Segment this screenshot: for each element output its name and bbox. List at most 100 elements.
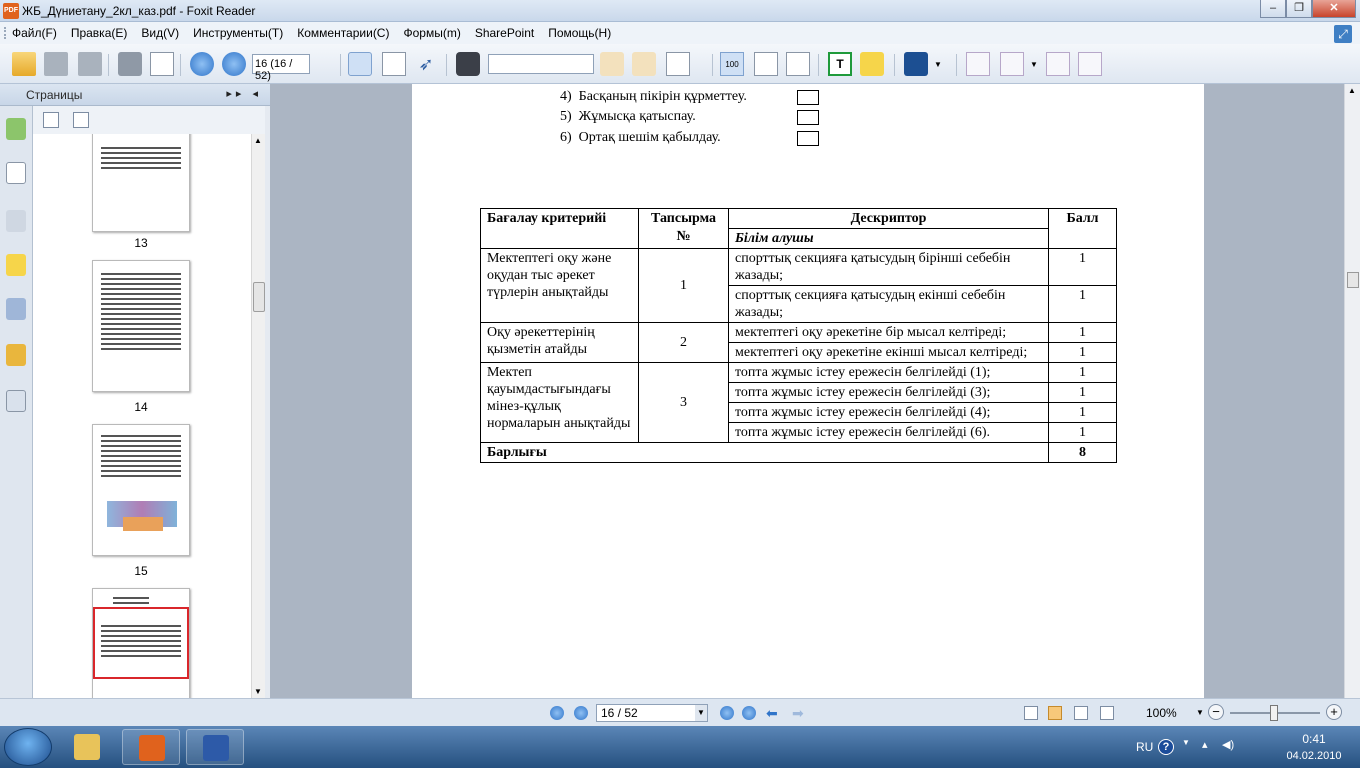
security-tab-icon[interactable] [6,344,26,366]
print-icon[interactable] [118,52,142,76]
page-select[interactable]: 16 / 52 ▼ [596,704,708,722]
minimize-button[interactable]: – [1260,0,1286,18]
descriptor-cell: спорттық секцияға қатысудың екінші себеб… [728,285,1049,323]
zoom-slider[interactable] [1230,705,1320,721]
snapshot-icon[interactable] [666,52,690,76]
page-thumbnail-15[interactable] [92,424,190,556]
next-page-nav-icon[interactable] [720,706,734,720]
fullscreen-icon[interactable]: ⤢ [1334,25,1352,43]
score-cell: 1 [1048,422,1117,443]
menu-item[interactable]: Помощь(H) [548,26,611,40]
pdf-export-icon[interactable] [1046,52,1070,76]
toolbar: ➶ 100 T ▼ ▼ [0,44,1360,84]
zoom-value[interactable]: 100% [1146,706,1177,720]
pdf-dropdown-icon[interactable]: ▼ [1030,60,1038,69]
page-number-input[interactable]: 16 (16 / 52) [252,54,310,82]
zoom-out-icon[interactable]: − [1208,704,1224,720]
hand-tool-icon[interactable] [348,52,372,76]
layers-tab-icon[interactable] [6,210,26,232]
convert-dropdown-icon[interactable]: ▼ [934,60,942,69]
close-button[interactable]: ✕ [1312,0,1356,18]
score-cell: 1 [1048,248,1117,286]
page-thumbnail-14[interactable] [92,260,190,392]
select-arrow-icon[interactable]: ➶ [414,52,438,76]
open-icon[interactable] [12,52,36,76]
pages-tab-icon[interactable] [6,162,26,184]
continuous-view-icon[interactable] [1048,706,1062,720]
zoom-dropdown-icon[interactable]: ▼ [1196,708,1204,717]
first-page-icon[interactable] [550,706,564,720]
attachments-tab-icon[interactable] [6,298,26,320]
assessment-table: Бағалау критерийі Тапсырма № Дескриптор … [480,208,1117,463]
menu-item[interactable]: Формы(m) [403,26,460,40]
document-scrollbar[interactable]: ▲ [1344,84,1360,698]
properties-icon[interactable] [150,52,174,76]
find-next-icon[interactable] [632,52,656,76]
zoom-in-icon[interactable]: + [1326,704,1342,720]
clock-date[interactable]: 04.02.2010 [1276,750,1352,762]
zoom-slider-knob[interactable] [1270,705,1278,721]
speaker-icon[interactable]: ◀) [1222,738,1234,751]
menu-item[interactable]: Инструменты(T) [193,26,283,40]
signatures-tab-icon[interactable] [6,390,26,412]
taskbar-foxit[interactable] [122,729,180,765]
restore-button[interactable]: ❐ [1286,0,1312,18]
taskbar-explorer[interactable] [58,729,116,765]
next-page-icon[interactable] [222,52,246,76]
menu-item[interactable]: Вид(V) [141,26,179,40]
menu-bar: Файл(F) Правка(E) Вид(V) Инструменты(T) Комм… [0,22,1360,44]
menu-item[interactable]: Комментарии(C) [297,26,389,40]
go-back-icon[interactable]: ⬅ [766,705,778,722]
tray-expand-icon[interactable]: ▴ [1202,738,1208,751]
page-thumbnail-16[interactable] [92,588,190,698]
menu-item[interactable]: SharePoint [475,26,534,40]
save-as-icon[interactable] [78,52,102,76]
note-comment-icon[interactable] [860,52,884,76]
zoom-out-thumbs-icon[interactable] [73,112,89,128]
zoom-in-thumbs-icon[interactable] [43,112,59,128]
pdf-tools-icon[interactable] [1078,52,1102,76]
go-forward-icon[interactable]: ➡ [792,705,804,722]
pdf-create-icon[interactable] [966,52,990,76]
checklist-checkbox[interactable] [797,110,819,125]
last-page-icon[interactable] [742,706,756,720]
menu-item[interactable]: Правка(E) [71,26,128,40]
taskbar-word[interactable] [186,729,244,765]
thumbnail-scrollbar[interactable]: ▲ ▼ [251,134,265,698]
continuous-facing-view-icon[interactable] [1100,706,1114,720]
panel-collapse-icons[interactable]: ▸▸ ◂ [226,87,262,100]
page-select-dropdown-icon[interactable]: ▼ [695,705,707,721]
pdf-combine-icon[interactable] [1000,52,1024,76]
header-learner: Білім алушы [728,228,1049,249]
clock-time[interactable]: 0:41 [1284,732,1344,746]
total-score: 8 [1048,442,1117,463]
select-text-icon[interactable] [382,52,406,76]
search-input[interactable] [488,54,594,74]
checklist-checkbox[interactable] [797,130,819,146]
previous-page-nav-icon[interactable] [574,706,588,720]
find-previous-icon[interactable] [600,52,624,76]
checklist-checkbox[interactable] [797,89,819,105]
checklist-number: 6) [560,129,572,145]
facing-view-icon[interactable] [1074,706,1088,720]
save-icon[interactable] [44,52,68,76]
single-page-view-icon[interactable] [1024,706,1038,720]
find-binoculars-icon[interactable] [456,52,480,76]
fit-width-icon[interactable] [786,52,810,76]
help-icon[interactable]: ? [1158,739,1174,755]
fit-page-icon[interactable] [754,52,778,76]
descriptor-cell: спорттық секцияға қатысудың бірінші себе… [728,248,1049,286]
bookmarks-tab-icon[interactable] [6,118,26,140]
convert-icon[interactable] [904,52,928,76]
actual-size-icon[interactable]: 100 [720,52,744,76]
start-button[interactable] [4,728,52,766]
previous-page-icon[interactable] [190,52,214,76]
menu-item[interactable]: Файл(F) [12,26,57,40]
tray-dropdown-icon[interactable]: ▼ [1182,738,1190,747]
score-cell: 1 [1048,402,1117,423]
typewriter-icon[interactable]: T [828,52,852,76]
page-thumbnail-13[interactable] [92,134,190,232]
checklist-text: 5) Жұмысқа қатыспау. [560,109,696,125]
language-indicator[interactable]: RU [1136,740,1153,754]
comments-tab-icon[interactable] [6,254,26,276]
